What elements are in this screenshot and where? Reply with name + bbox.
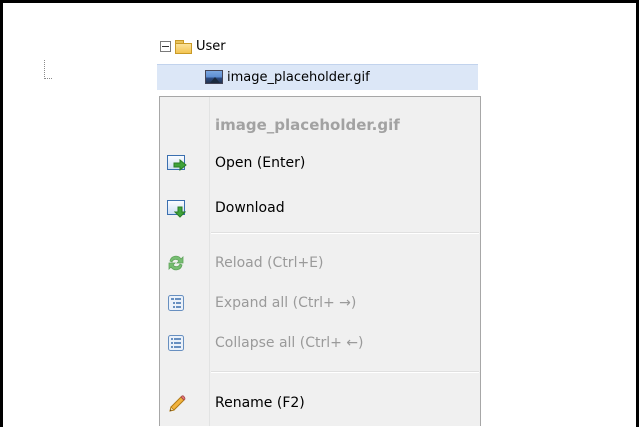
download-icon [167,199,186,218]
reload-icon [167,254,185,272]
tree-node-label: User [196,38,226,54]
menu-item-label: Reload (Ctrl+E) [215,255,324,271]
collapse-toggle-icon[interactable] [160,40,171,52]
menu-item-expand-all[interactable]: Expand all (Ctrl+ →) [160,286,480,320]
tree-connector-line [44,60,45,79]
context-menu: image_placeholder.gif Open (Enter) Downl… [159,96,481,426]
menu-item-label: Open (Enter) [215,155,306,171]
tree-connector-line [44,78,52,79]
menu-item-collapse-all[interactable]: Collapse all (Ctrl+ ←) [160,326,480,360]
menu-item-label: Download [215,200,285,216]
menu-item-label: Rename (F2) [215,395,305,411]
tree-node-image-placeholder[interactable]: image_placeholder.gif [205,65,370,89]
menu-item-reload[interactable]: Reload (Ctrl+E) [160,246,480,280]
context-menu-title: image_placeholder.gif [215,116,400,134]
menu-item-rename[interactable]: Rename (F2) [160,386,480,420]
pencil-icon [167,394,186,412]
menu-separator [211,371,479,373]
menu-item-label: Collapse all (Ctrl+ ←) [215,335,364,351]
tree-node-user[interactable]: User [160,34,226,58]
menu-item-open[interactable]: Open (Enter) [160,146,480,180]
menu-separator [211,232,479,234]
tree-node-label: image_placeholder.gif [227,69,370,85]
expand-all-icon [167,294,185,312]
menu-item-label: Expand all (Ctrl+ →) [215,295,357,311]
menu-item-download[interactable]: Download [160,191,480,225]
open-arrow-icon [167,154,187,172]
image-file-icon [205,70,223,84]
folder-icon [175,40,192,54]
collapse-all-icon [167,334,185,352]
